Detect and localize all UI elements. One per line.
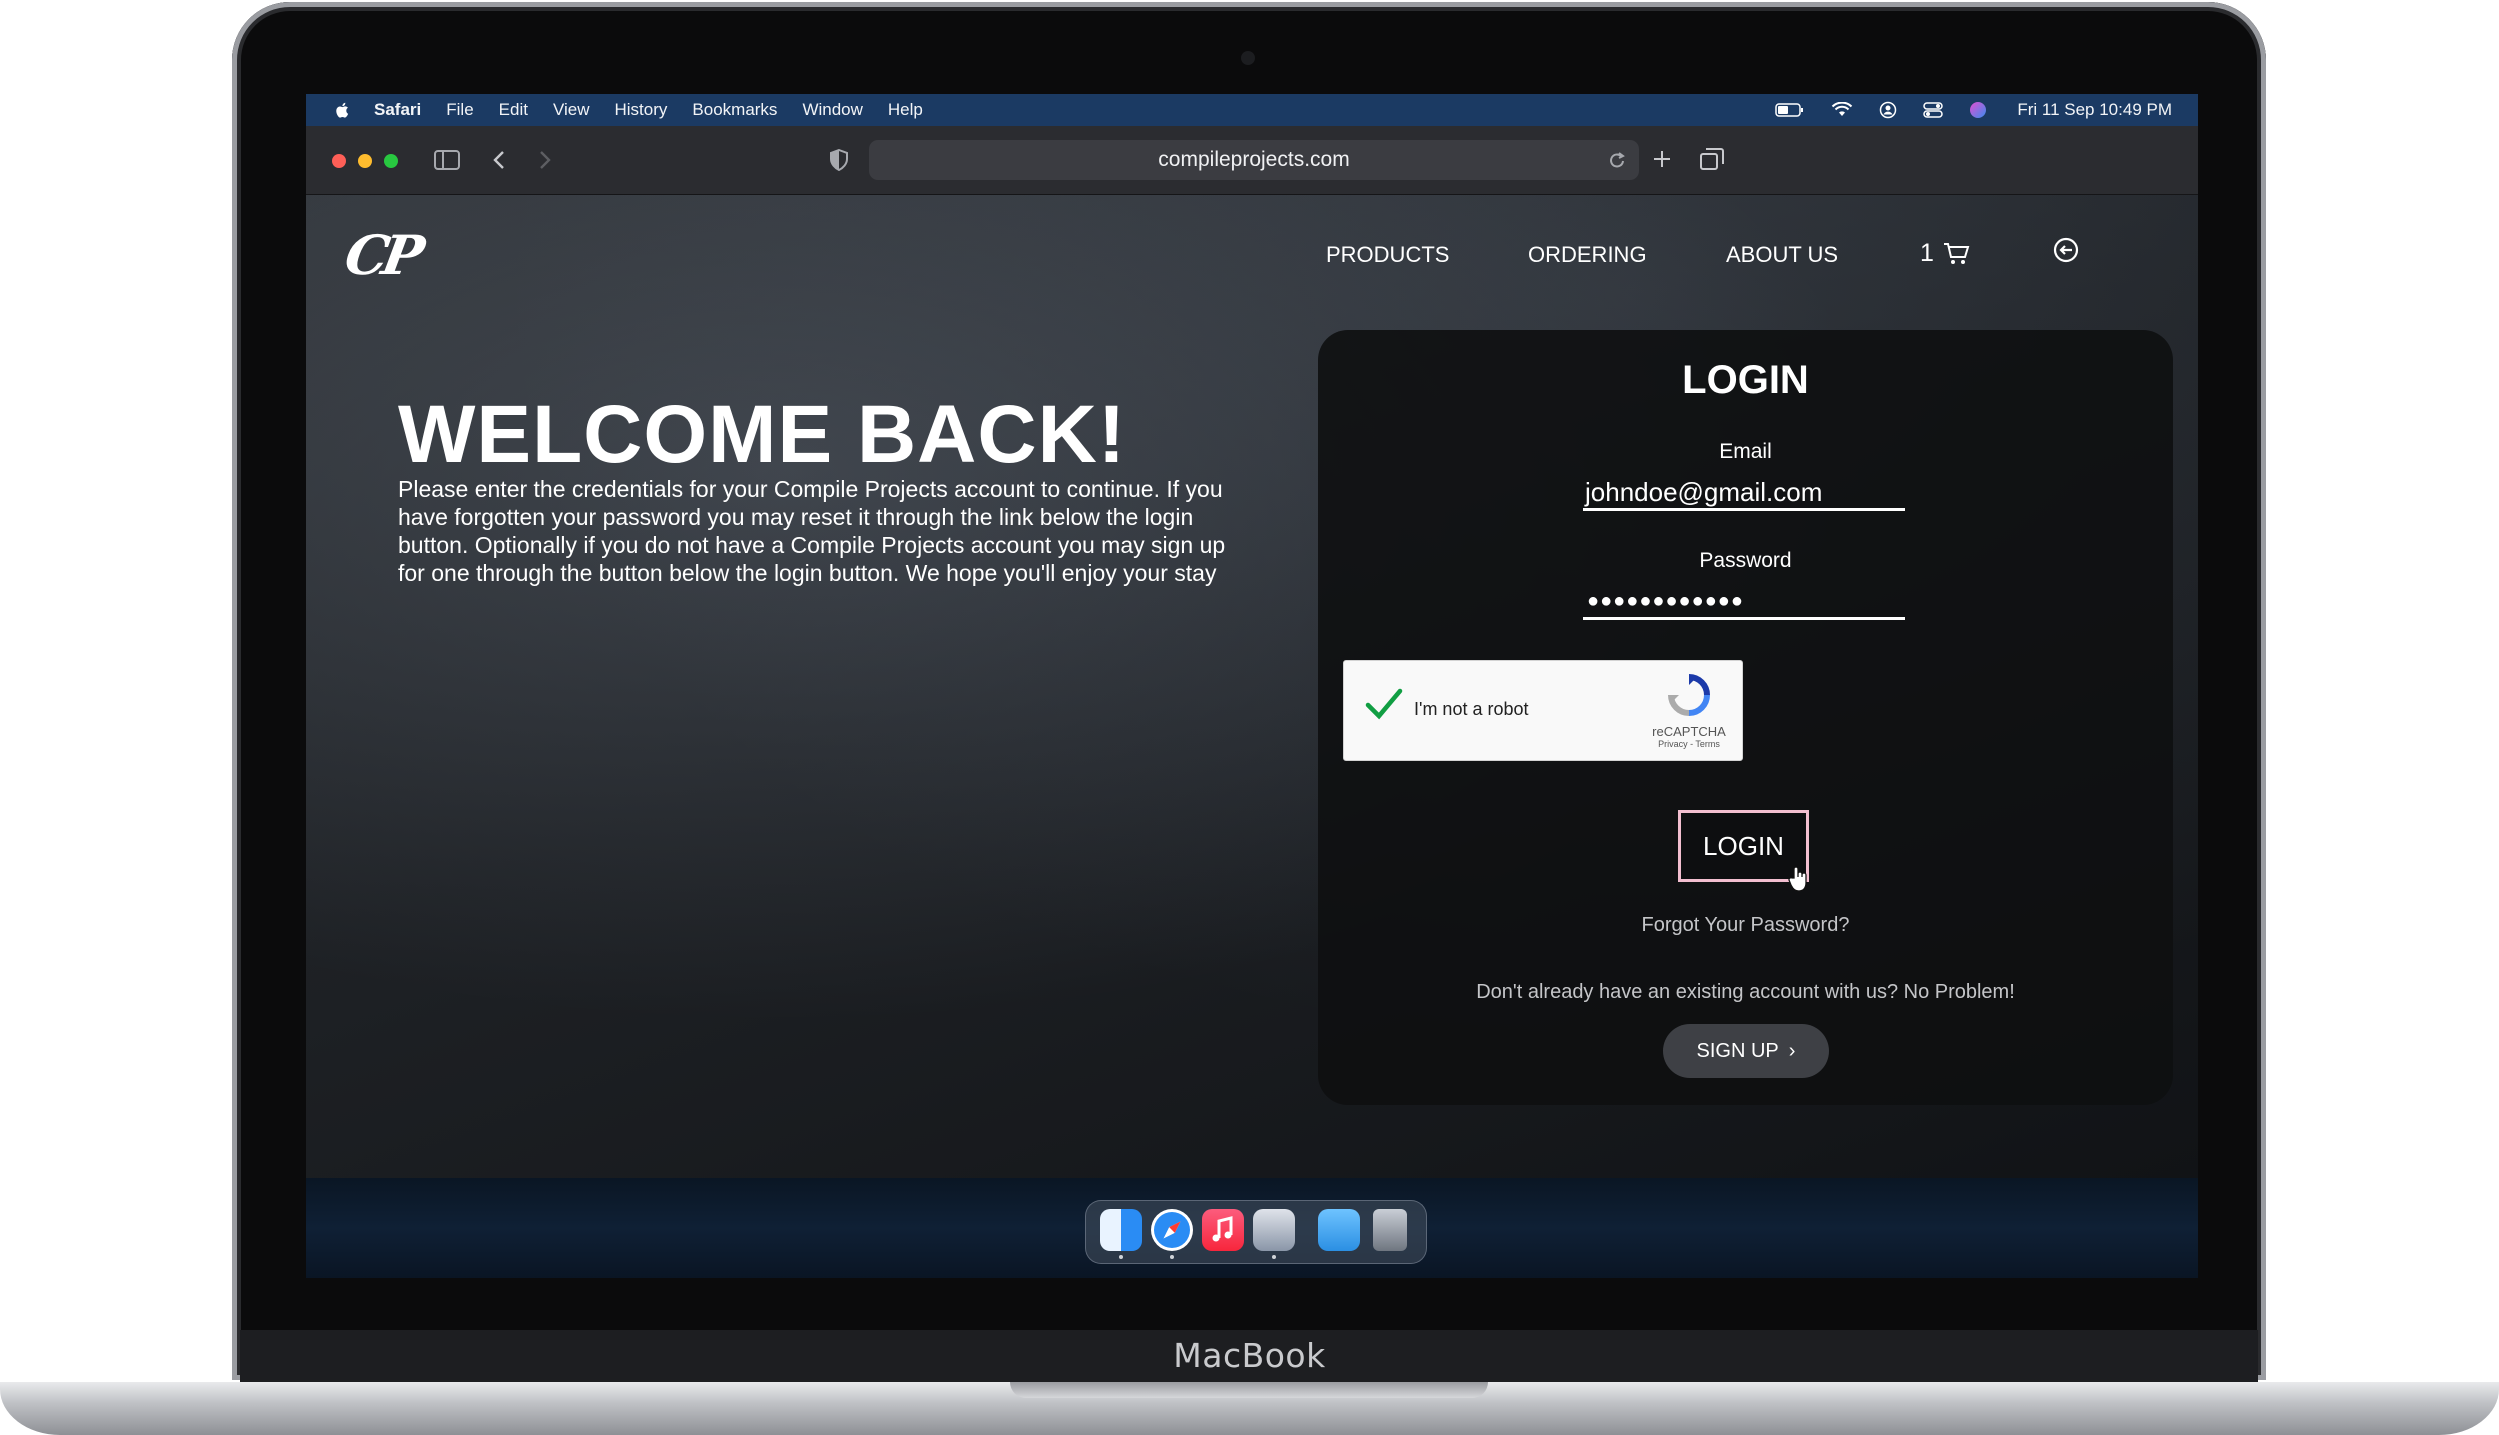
- recaptcha-brand: reCAPTCHA: [1652, 724, 1726, 739]
- privacy-shield-icon[interactable]: [829, 148, 849, 176]
- recaptcha-links[interactable]: Privacy - Terms: [1652, 739, 1726, 749]
- site-logo[interactable]: CP: [340, 223, 423, 287]
- forward-arrow-icon[interactable]: [538, 150, 552, 175]
- cart-link[interactable]: 1: [1920, 239, 1970, 268]
- finder-icon[interactable]: [1100, 1209, 1142, 1251]
- sidebar-toggle-icon[interactable]: [434, 150, 460, 175]
- menu-edit[interactable]: Edit: [499, 100, 528, 120]
- nav-about-us[interactable]: ABOUT US: [1726, 242, 1838, 268]
- password-mask: ●●●●●●●●●●●●: [1587, 590, 1744, 612]
- dock-running-indicator: [1272, 1255, 1276, 1259]
- menu-bookmarks[interactable]: Bookmarks: [692, 100, 777, 120]
- dock-running-indicator: [1170, 1255, 1174, 1259]
- screen: Safari File Edit View History Bookmarks …: [306, 94, 2198, 1278]
- checkmark-icon[interactable]: [1364, 687, 1404, 721]
- menu-app-name[interactable]: Safari: [374, 100, 421, 120]
- login-title: LOGIN: [1682, 358, 1809, 402]
- siri-icon[interactable]: [1969, 101, 1987, 119]
- tab-overview-icon[interactable]: [1700, 148, 1724, 175]
- recaptcha-widget: I'm not a robot reCAPTCHA Privacy - Term…: [1343, 660, 1743, 761]
- menu-clock[interactable]: Fri 11 Sep 10:49 PM: [2017, 100, 2172, 120]
- minimize-window-button[interactable]: [358, 154, 372, 168]
- status-area: Fri 11 Sep 10:49 PM: [1749, 94, 2172, 126]
- menu-bar: Safari File Edit View History Bookmarks …: [306, 94, 2198, 126]
- web-page: CP PRODUCTS ORDERING ABOUT US 1 WELCOME …: [306, 195, 2198, 1178]
- nav-ordering[interactable]: ORDERING: [1528, 242, 1647, 268]
- chevron-right-icon: ›: [1788, 1039, 1796, 1062]
- email-field[interactable]: johndoe@gmail.com: [1583, 468, 1905, 511]
- recaptcha-branding: reCAPTCHA Privacy - Terms: [1652, 673, 1726, 749]
- preview-icon[interactable]: [1253, 1209, 1295, 1251]
- dock: [1085, 1200, 1427, 1264]
- nav-products[interactable]: PRODUCTS: [1326, 242, 1449, 268]
- apple-icon[interactable]: [334, 101, 352, 119]
- battery-icon[interactable]: [1775, 103, 1805, 117]
- url-text: compileprojects.com: [1158, 148, 1350, 171]
- welcome-text: Please enter the credentials for your Co…: [398, 476, 1226, 586]
- logout-icon[interactable]: [2053, 237, 2079, 263]
- menu-window[interactable]: Window: [802, 100, 862, 120]
- recaptcha-logo-icon: [1668, 674, 1710, 716]
- close-window-button[interactable]: [332, 154, 346, 168]
- zoom-window-button[interactable]: [384, 154, 398, 168]
- laptop-hinge-notch: [1010, 1382, 1488, 1398]
- cart-count: 1: [1920, 239, 1934, 267]
- email-label: Email: [1719, 440, 1772, 463]
- sign-up-label: SIGN UP: [1696, 1039, 1779, 1062]
- email-value: johndoe@gmail.com: [1585, 477, 1823, 507]
- user-icon[interactable]: [1879, 101, 1897, 119]
- dock-running-indicator: [1119, 1255, 1123, 1259]
- menu-view[interactable]: View: [553, 100, 590, 120]
- laptop-brand-label: MacBook: [1173, 1336, 1326, 1375]
- welcome-heading: WELCOME BACK!: [398, 389, 1127, 480]
- menu-help[interactable]: Help: [888, 100, 923, 120]
- password-label: Password: [1699, 549, 1792, 572]
- safari-icon[interactable]: [1151, 1209, 1193, 1251]
- menu-file[interactable]: File: [446, 100, 473, 120]
- browser-toolbar: compileprojects.com: [306, 126, 2198, 195]
- music-icon[interactable]: [1202, 1209, 1244, 1251]
- downloads-folder-icon[interactable]: [1318, 1209, 1360, 1251]
- cart-icon: [1943, 242, 1970, 264]
- password-field[interactable]: ●●●●●●●●●●●●: [1583, 577, 1905, 620]
- trash-icon[interactable]: [1373, 1209, 1407, 1251]
- forgot-password-link[interactable]: Forgot Your Password?: [1318, 914, 2173, 937]
- hand-cursor-icon: [1788, 866, 1807, 892]
- login-card: LOGIN Email johndoe@gmail.com Password ●…: [1318, 330, 2173, 1105]
- no-account-text: Don't already have an existing account w…: [1476, 981, 2015, 1003]
- menu-history[interactable]: History: [615, 100, 668, 120]
- recaptcha-label: I'm not a robot: [1414, 699, 1529, 719]
- sign-up-button[interactable]: SIGN UP ›: [1663, 1024, 1829, 1078]
- new-tab-icon[interactable]: [1652, 149, 1672, 174]
- back-arrow-icon[interactable]: [492, 150, 506, 175]
- reload-icon[interactable]: [1608, 150, 1626, 175]
- camera: [1241, 51, 1255, 65]
- control-center-icon[interactable]: [1923, 102, 1944, 118]
- wifi-icon[interactable]: [1831, 102, 1853, 118]
- address-bar[interactable]: compileprojects.com: [869, 140, 1639, 180]
